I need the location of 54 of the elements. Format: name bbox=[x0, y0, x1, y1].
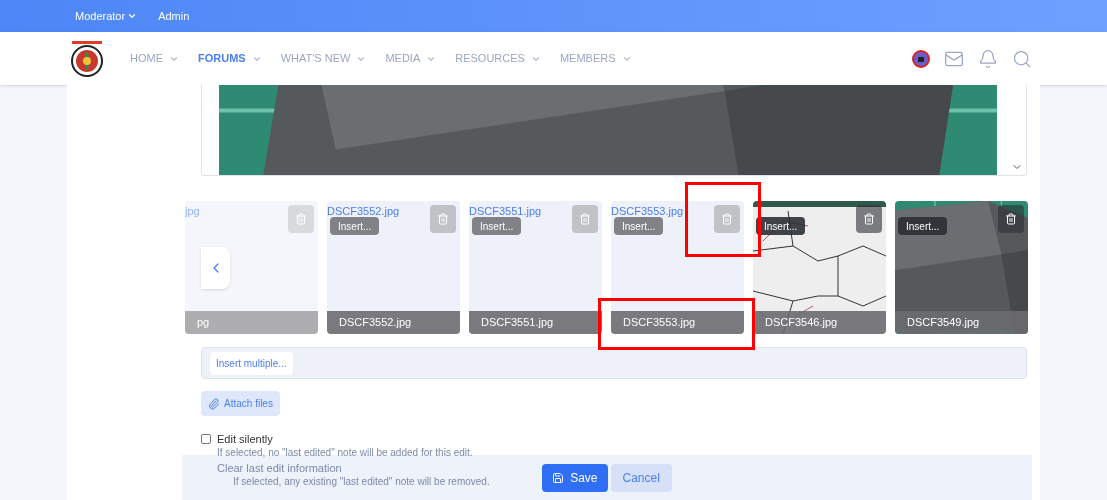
attachment-thumbnail[interactable]: jpg pg bbox=[185, 201, 318, 334]
nav-tab[interactable]: RESOURCES bbox=[455, 50, 541, 67]
option-text: Edit silently bbox=[217, 432, 273, 446]
delete-button[interactable] bbox=[998, 205, 1024, 233]
trash-icon bbox=[579, 213, 591, 225]
top-nav-link[interactable]: Admin bbox=[158, 7, 190, 25]
file-name-bar: DSCF3552.jpg bbox=[327, 311, 460, 334]
insert-button[interactable]: Insert... bbox=[898, 217, 948, 235]
nav-tab[interactable]: WHAT'S NEW bbox=[280, 50, 367, 67]
nav-tab[interactable]: MEDIA bbox=[385, 50, 437, 67]
file-link[interactable]: DSCF3551.jpg bbox=[469, 203, 542, 220]
save-button[interactable]: Save bbox=[542, 463, 608, 492]
attachment-thumbnail[interactable]: DSCF3553.jpg Insert... DSCF3553.jpg bbox=[611, 201, 744, 334]
search-icon[interactable] bbox=[1012, 48, 1032, 69]
file-name-bar: DSCF3551.jpg bbox=[469, 311, 602, 334]
insert-button[interactable]: Insert... bbox=[330, 217, 380, 235]
option-hint: If selected, no "last edited" note will be added for this edit. bbox=[216, 446, 473, 459]
file-name-bar: DSCF3549.jpg bbox=[895, 311, 1028, 334]
save-icon bbox=[552, 471, 565, 484]
bell-icon[interactable] bbox=[978, 48, 998, 69]
insert-multiple-button[interactable]: Insert multiple... bbox=[210, 351, 293, 375]
file-name-bar: DSCF3546.jpg bbox=[753, 311, 886, 334]
file-name-bar: pg bbox=[185, 311, 318, 334]
trash-icon bbox=[437, 213, 449, 225]
attachment-thumbnail[interactable]: Insert... DSCF3549.jpg bbox=[895, 201, 1028, 334]
scroll-left-button[interactable] bbox=[201, 247, 230, 289]
trash-icon bbox=[863, 213, 875, 225]
file-name-bar: DSCF3553.jpg bbox=[611, 311, 744, 334]
attachment-thumbnail[interactable]: DSCF3551.jpg Insert... DSCF3551.jpg bbox=[469, 201, 602, 334]
insert-button[interactable]: Insert... bbox=[756, 217, 806, 235]
option-label[interactable]: Clear last edit information bbox=[217, 461, 342, 475]
trash-icon bbox=[1005, 213, 1017, 225]
nav-tab[interactable]: FORUMS bbox=[198, 50, 262, 67]
checkbox[interactable] bbox=[201, 434, 211, 444]
option-hint: If selected, any existing "last edited" note will be removed. bbox=[232, 475, 490, 488]
trash-icon bbox=[721, 213, 733, 225]
top-nav-link[interactable]: Moderator bbox=[75, 7, 138, 25]
trash-icon bbox=[295, 213, 307, 225]
file-link[interactable]: DSCF3553.jpg bbox=[611, 203, 684, 220]
attach-files-button[interactable]: Attach files bbox=[201, 391, 280, 416]
file-link[interactable]: DSCF3552.jpg bbox=[327, 203, 400, 220]
attachment-thumbnail[interactable]: Insert... DSCF3546.jpg bbox=[753, 201, 886, 334]
insert-button[interactable]: Insert... bbox=[614, 217, 664, 235]
nav-tab[interactable]: MEMBERS bbox=[559, 50, 632, 67]
nav-tab[interactable]: HOME bbox=[130, 50, 179, 67]
file-link[interactable]: jpg bbox=[185, 203, 200, 220]
attachment-thumbnail[interactable]: DSCF3552.jpg Insert... DSCF3552.jpg bbox=[327, 201, 460, 334]
cancel-button[interactable]: Cancel bbox=[610, 463, 672, 492]
paperclip-icon bbox=[208, 397, 220, 410]
option-label[interactable]: Edit silently bbox=[201, 432, 273, 446]
delete-button[interactable] bbox=[856, 205, 882, 233]
insert-button[interactable]: Insert... bbox=[472, 217, 522, 235]
avatar-icon[interactable] bbox=[912, 49, 930, 68]
logo bbox=[68, 38, 106, 79]
